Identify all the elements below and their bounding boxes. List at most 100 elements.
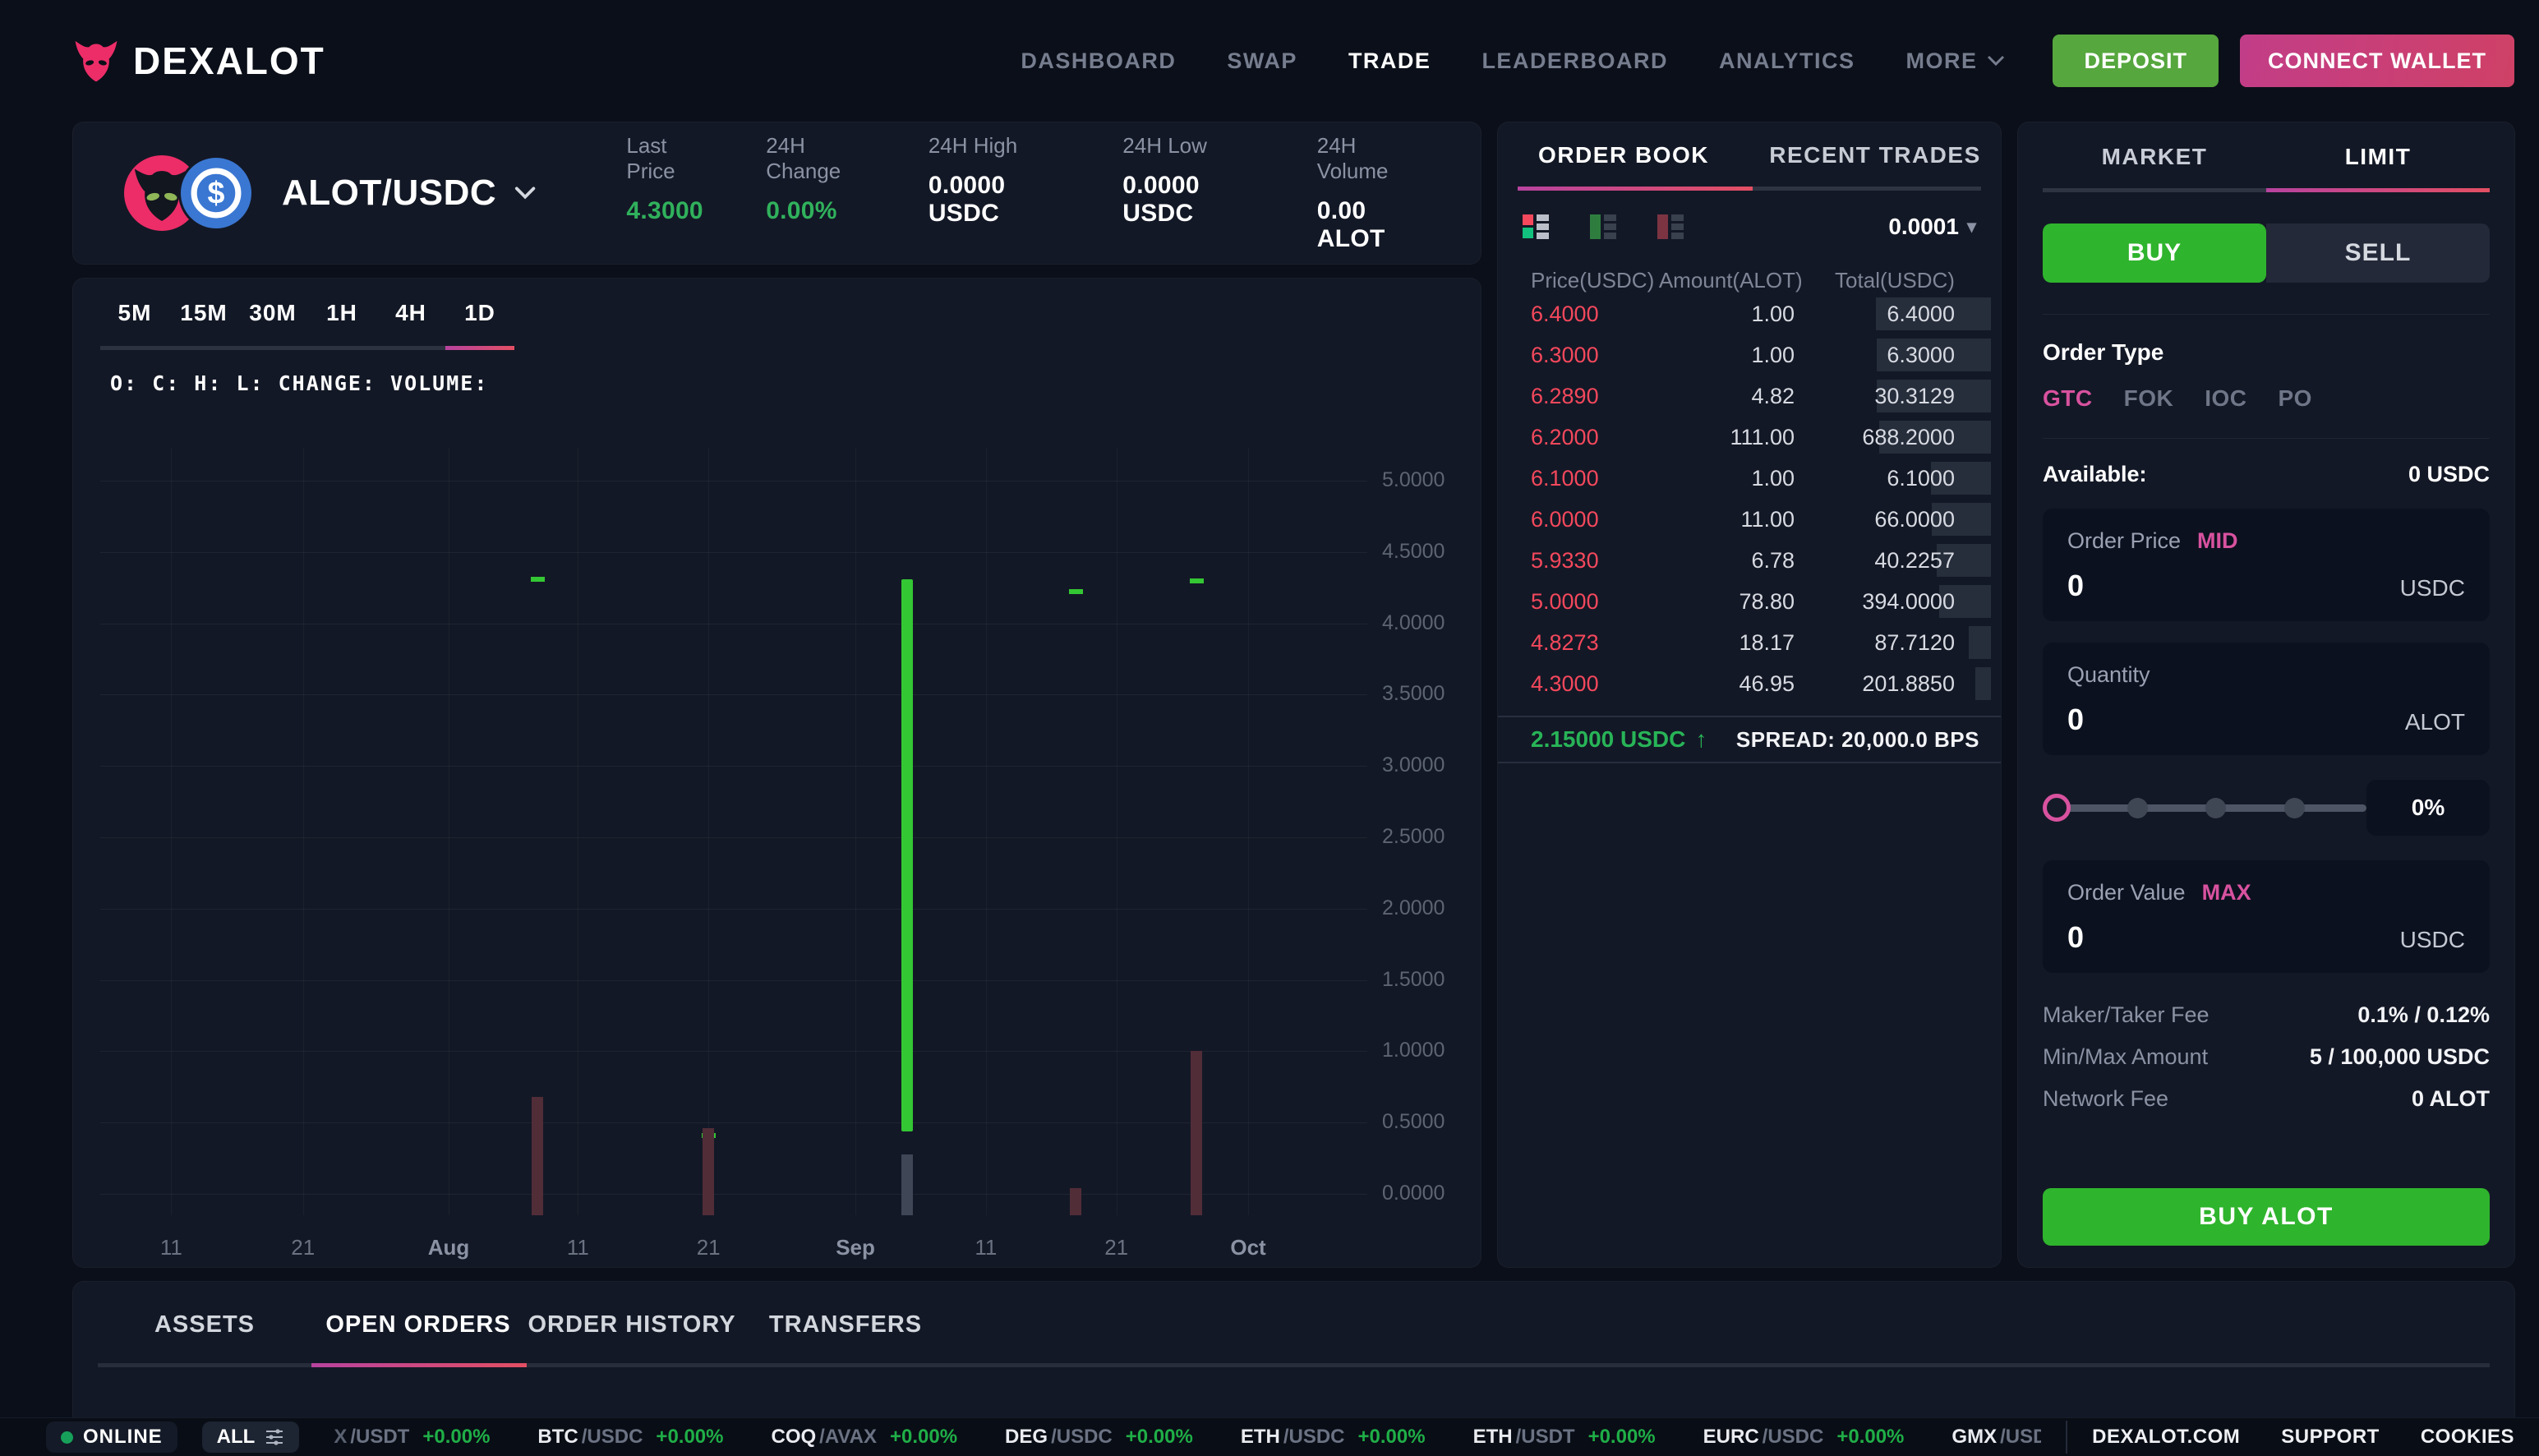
- volume-bar: [1070, 1188, 1081, 1215]
- ticker-pair[interactable]: ETH/USDC+0.00%: [1241, 1426, 1426, 1449]
- ticker-pair[interactable]: X/USDT+0.00%: [334, 1426, 490, 1449]
- ticker-pair[interactable]: DEG/USDC+0.00%: [1005, 1426, 1193, 1449]
- ticker-change: +0.00%: [422, 1426, 490, 1449]
- price-chart[interactable]: 5.00004.50004.00003.50003.00002.50002.00…: [100, 415, 1481, 1220]
- nav-item-leaderboard[interactable]: LEADERBOARD: [1481, 48, 1668, 74]
- ticker-quote: /AVAX: [819, 1426, 877, 1449]
- ticker-pair[interactable]: BTC/USDC+0.00%: [537, 1426, 723, 1449]
- timeframe-tab-5m[interactable]: 5M: [100, 300, 169, 326]
- quantity-slider[interactable]: [2043, 791, 2366, 824]
- order-price-field[interactable]: Order Price MID 0 USDC: [2043, 509, 2490, 621]
- quantity-unit: ALOT: [2405, 709, 2465, 735]
- ticker-filter-button[interactable]: ALL: [202, 1421, 300, 1453]
- fee-value: 0.1% / 0.12%: [2357, 1002, 2490, 1028]
- order-book-row[interactable]: 6.30001.006.3000: [1498, 334, 2001, 376]
- ask-price: 6.2890: [1498, 384, 1659, 409]
- dexalot-logo[interactable]: DEXALOT: [72, 37, 325, 85]
- slider-step-25[interactable]: [2127, 798, 2148, 818]
- ask-price: 6.4000: [1498, 302, 1659, 327]
- timeframe-tab-1d[interactable]: 1D: [445, 300, 514, 326]
- orderbook-view-both-icon[interactable]: [1523, 214, 1552, 239]
- ticker-pair[interactable]: GMX/USDC+0.00%: [1951, 1426, 2041, 1449]
- orderbook-view-sells-icon[interactable]: [1657, 214, 1687, 239]
- bottom-tab-open-orders[interactable]: OPEN ORDERS: [311, 1311, 525, 1339]
- timeframe-tab-4h[interactable]: 4H: [376, 300, 445, 326]
- timeframe-tab-30m[interactable]: 30M: [238, 300, 307, 326]
- filter-sliders-icon: [265, 1428, 284, 1446]
- order-mode-tab-limit[interactable]: LIMIT: [2266, 144, 2490, 170]
- bottom-tab-order-history[interactable]: ORDER HISTORY: [525, 1311, 739, 1339]
- timeframe-tab-15m[interactable]: 15M: [169, 300, 238, 326]
- order-type-gtc[interactable]: GTC: [2043, 385, 2093, 412]
- bottom-tab-assets[interactable]: ASSETS: [98, 1311, 311, 1339]
- volume-bar: [532, 1097, 543, 1215]
- sell-tab[interactable]: SELL: [2266, 223, 2490, 283]
- ticker-change: +0.00%: [890, 1426, 957, 1449]
- pair-chevron-down-icon[interactable]: [514, 186, 536, 200]
- precision-dropdown[interactable]: 0.0001 ▾: [1888, 214, 1976, 240]
- connect-wallet-button[interactable]: CONNECT WALLET: [2240, 35, 2514, 87]
- order-book-tab-recent-trades[interactable]: RECENT TRADES: [1749, 142, 2001, 168]
- slider-handle[interactable]: [2043, 794, 2071, 822]
- timeframe-tab-1h[interactable]: 1H: [307, 300, 376, 326]
- nav-item-analytics[interactable]: ANALYTICS: [1719, 48, 1855, 74]
- buy-alot-submit-button[interactable]: BUY ALOT: [2043, 1188, 2490, 1246]
- nav-item-trade[interactable]: TRADE: [1348, 48, 1431, 74]
- order-type-ioc[interactable]: IOC: [2205, 385, 2246, 412]
- fee-value: 5 / 100,000 USDC: [2310, 1044, 2490, 1070]
- order-book-row[interactable]: 4.827318.1787.7120: [1498, 622, 2001, 663]
- order-value-label: Order Value: [2067, 880, 2186, 905]
- pair-stat: 24H Volume0.00 ALOT: [1317, 133, 1430, 253]
- ohlc-readout: O: C: H: L: CHANGE: VOLUME:: [110, 371, 1481, 395]
- gridline: [100, 766, 1367, 767]
- orderbook-view-buys-icon[interactable]: [1590, 214, 1620, 239]
- order-book-row[interactable]: 5.93306.7840.2257: [1498, 540, 2001, 581]
- slider-step-75[interactable]: [2284, 798, 2305, 818]
- mid-price-button[interactable]: MID: [2197, 528, 2238, 554]
- spread-value: SPREAD: 20,000.0 BPS: [1736, 727, 1979, 753]
- order-mode-tab-market[interactable]: MARKET: [2043, 144, 2266, 170]
- bottom-tab-transfers[interactable]: TRANSFERS: [739, 1311, 952, 1339]
- order-book-row[interactable]: 6.28904.8230.3129: [1498, 376, 2001, 417]
- order-book-row[interactable]: 6.2000111.00688.2000: [1498, 417, 2001, 458]
- order-book-row[interactable]: 4.300046.95201.8850: [1498, 663, 2001, 704]
- ticker-pair[interactable]: ETH/USDT+0.00%: [1473, 1426, 1656, 1449]
- pair-stat: 24H Low0.0000 USDC: [1122, 133, 1264, 253]
- nav-item-swap[interactable]: SWAP: [1227, 48, 1297, 74]
- fee-row: Maker/Taker Fee0.1% / 0.12%: [2043, 1002, 2490, 1028]
- footer-link-cookies[interactable]: COOKIES: [2421, 1426, 2514, 1449]
- volume-bar: [703, 1128, 714, 1215]
- nav-item-more[interactable]: MORE: [1905, 48, 2005, 74]
- nav-item-dashboard[interactable]: DASHBOARD: [1021, 48, 1176, 74]
- max-button[interactable]: MAX: [2202, 880, 2251, 905]
- ask-total: 87.7120: [1795, 630, 2001, 656]
- order-value-input[interactable]: 0: [2067, 920, 2084, 955]
- order-value-field[interactable]: Order Value MAX 0 USDC: [2043, 860, 2490, 973]
- order-book-row[interactable]: 5.000078.80394.0000: [1498, 581, 2001, 622]
- ticker-change: +0.00%: [1588, 1426, 1656, 1449]
- order-book-row[interactable]: 6.10001.006.1000: [1498, 458, 2001, 499]
- order-book-row[interactable]: 6.000011.0066.0000: [1498, 499, 2001, 540]
- ticker-pair[interactable]: EURC/USDC+0.00%: [1703, 1426, 1905, 1449]
- footer-link-support[interactable]: SUPPORT: [2281, 1426, 2380, 1449]
- pair-selector-title[interactable]: ALOT/USDC: [282, 173, 496, 214]
- quantity-input[interactable]: 0: [2067, 703, 2084, 737]
- fee-row: Min/Max Amount5 / 100,000 USDC: [2043, 1044, 2490, 1070]
- ask-price: 4.8273: [1498, 630, 1659, 656]
- order-book-asks: 6.40001.006.40006.30001.006.30006.28904.…: [1498, 293, 2001, 704]
- order-type-fok[interactable]: FOK: [2124, 385, 2174, 412]
- order-price-label: Order Price: [2067, 528, 2181, 554]
- deposit-button[interactable]: DEPOSIT: [2053, 35, 2219, 87]
- positions-active-underline: [311, 1363, 527, 1367]
- order-price-input[interactable]: 0: [2067, 569, 2084, 603]
- buy-tab[interactable]: BUY: [2043, 223, 2266, 283]
- gridline: [708, 448, 709, 1215]
- order-type-po[interactable]: PO: [2279, 385, 2312, 412]
- order-book-tab-order-book[interactable]: ORDER BOOK: [1498, 142, 1749, 168]
- slider-step-50[interactable]: [2205, 798, 2226, 818]
- footer-link-dexalot-com[interactable]: DEXALOT.COM: [2092, 1426, 2240, 1449]
- quantity-field[interactable]: Quantity 0 ALOT: [2043, 643, 2490, 755]
- order-book-row[interactable]: 6.40001.006.4000: [1498, 293, 2001, 334]
- ticker-pair[interactable]: COQ/AVAX+0.00%: [772, 1426, 958, 1449]
- gridline: [100, 980, 1367, 981]
